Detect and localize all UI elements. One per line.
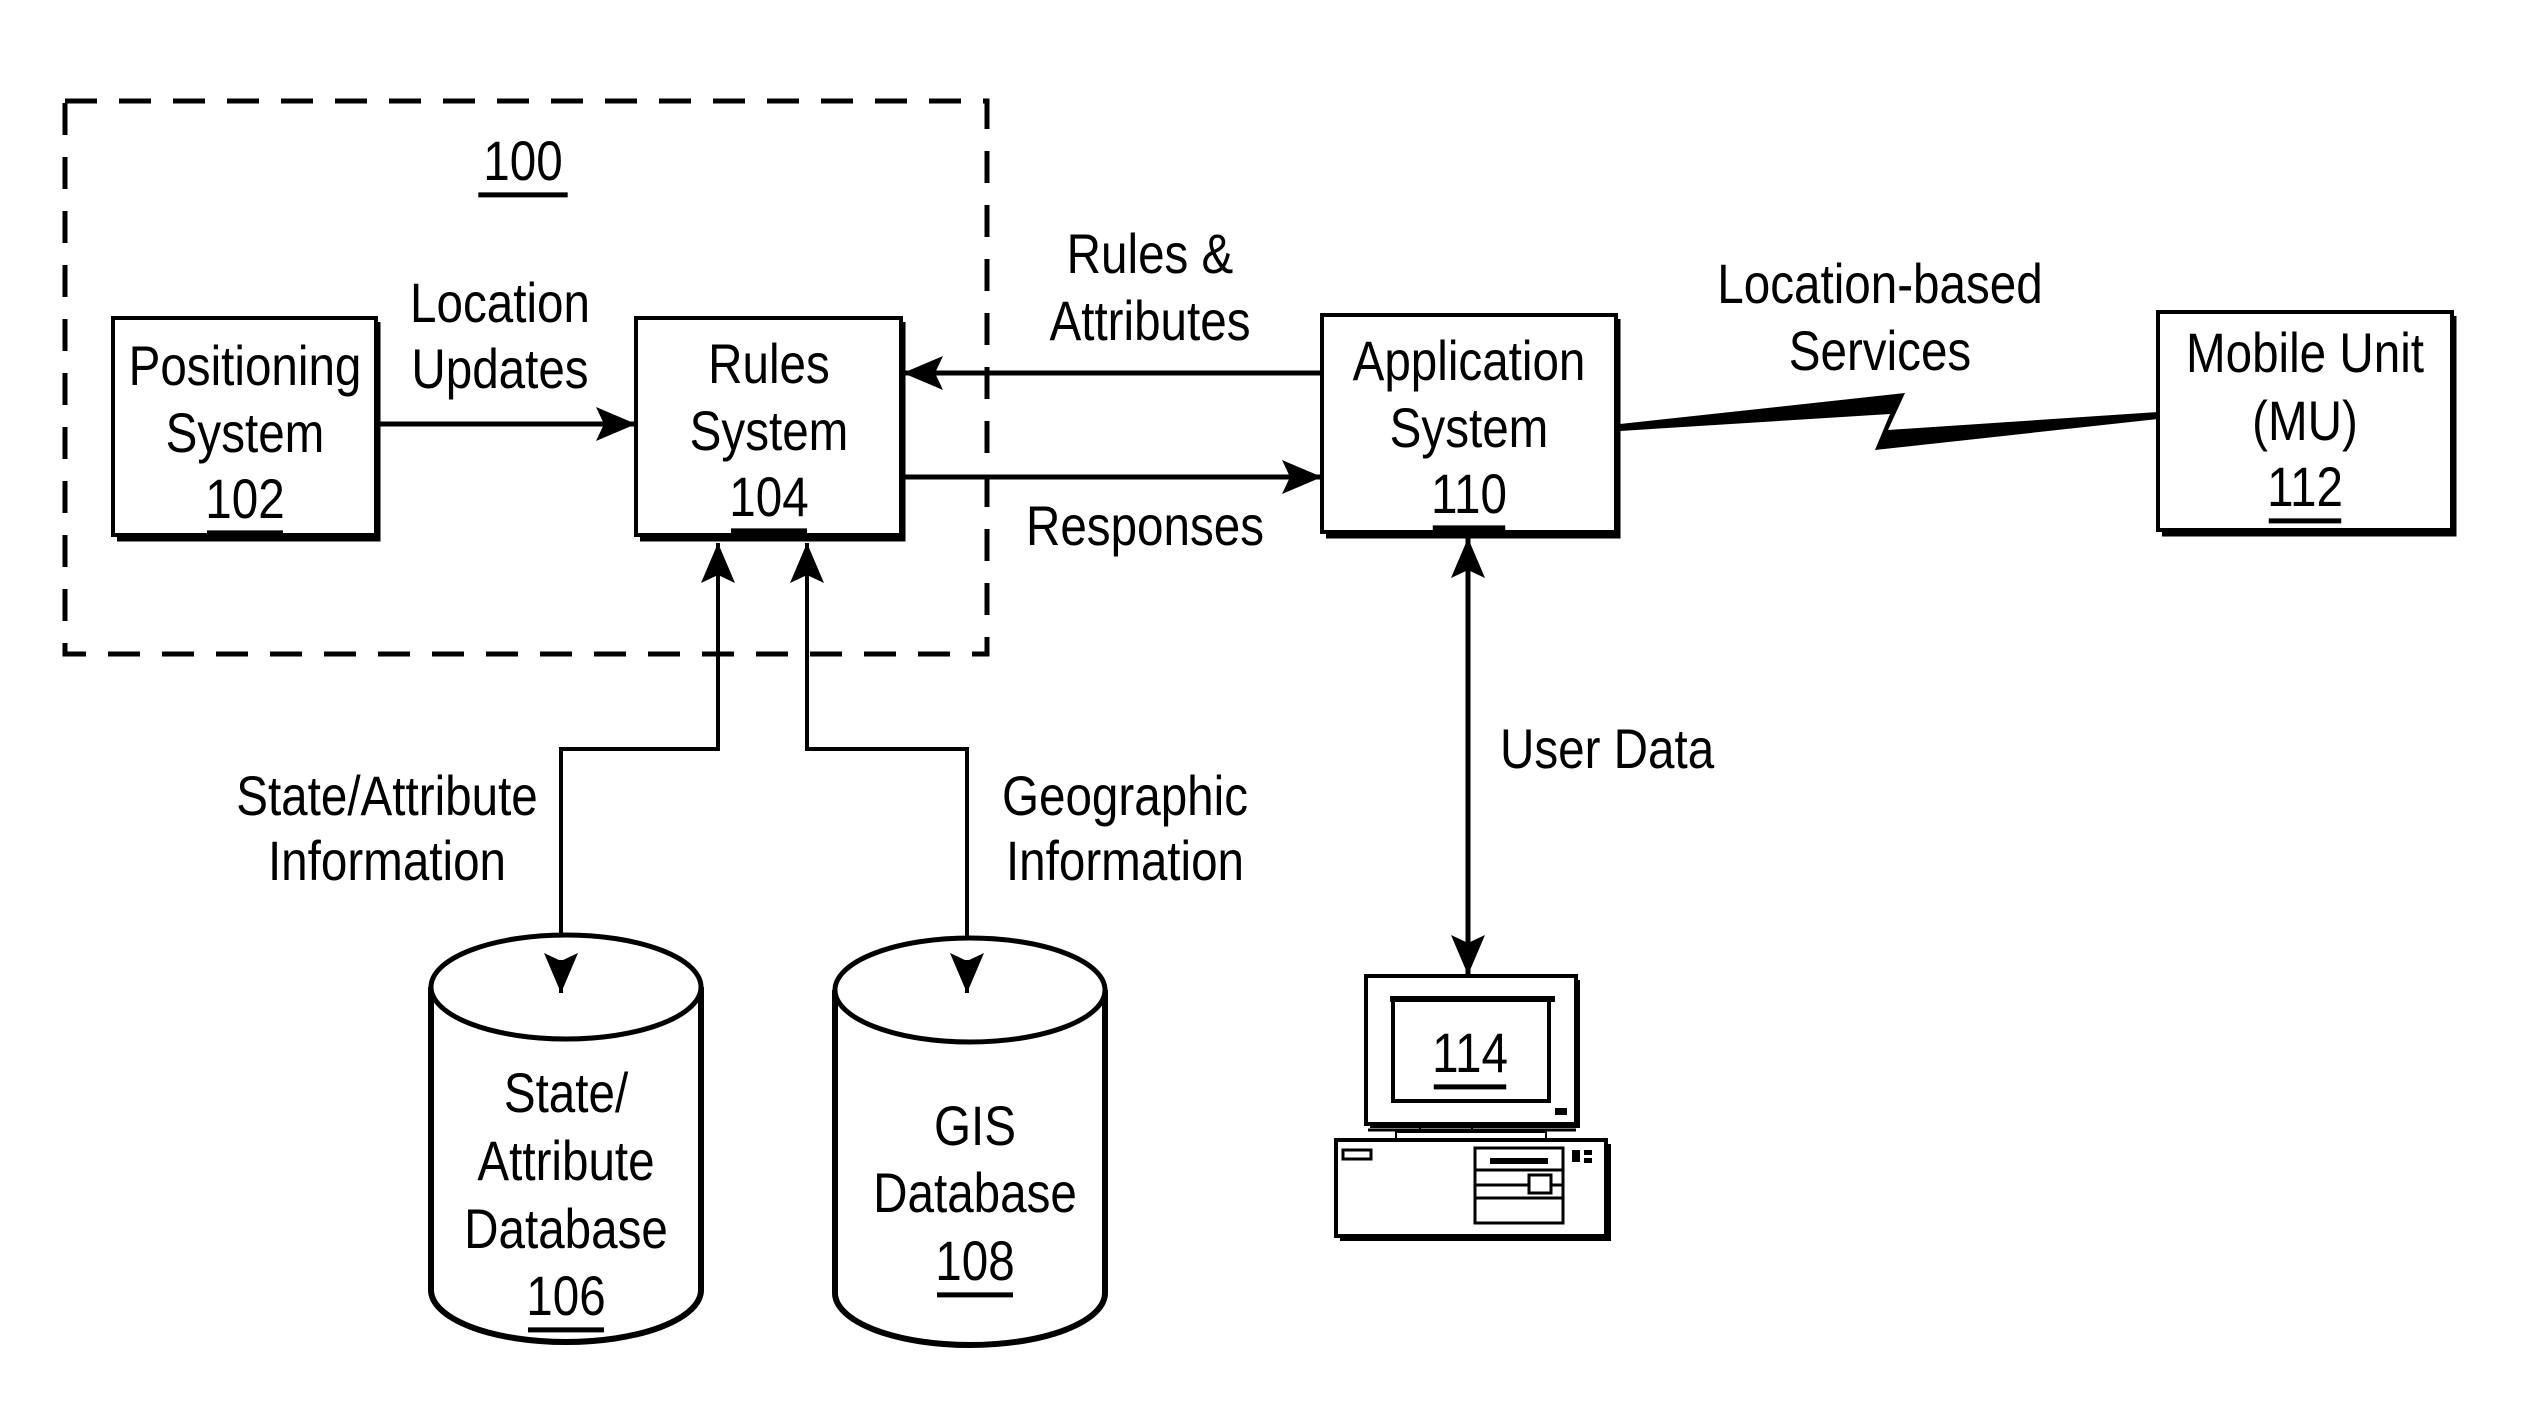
edge-responses: Responses <box>903 460 1322 558</box>
gis-db-line-1: GIS <box>934 1095 1016 1157</box>
state-db-ref: 106 <box>526 1265 605 1327</box>
rules-attributes-line-2: Attributes <box>1049 290 1250 352</box>
state-db-line-3: Database <box>464 1198 668 1260</box>
system-ref-label: 100 <box>478 130 568 198</box>
mobile-label-line-1: Mobile Unit <box>2186 322 2425 384</box>
geo-info-line-1: Geographic <box>1002 765 1248 827</box>
user-data-label: User Data <box>1500 718 1714 780</box>
node-rules-system: Rules System 104 <box>634 316 906 542</box>
edge-user-data: User Data <box>1451 538 1714 975</box>
location-updates-line-1: Location <box>410 272 590 334</box>
system-diagram: 100 Positioning System 102 Rules System … <box>62 98 2457 1348</box>
mobile-label-line-2: (MU) <box>2252 390 2358 452</box>
location-updates-line-2: Updates <box>411 338 588 400</box>
application-label-line-1: Application <box>1353 330 1586 392</box>
location-services-line-2: Services <box>1789 320 1971 382</box>
gis-db-line-2: Database <box>873 1162 1077 1224</box>
state-info-line-2: Information <box>268 830 506 892</box>
location-services-line-1: Location-based <box>1717 253 2042 315</box>
node-state-attribute-database: State/ Attribute Database 106 <box>428 932 704 1345</box>
responses-label: Responses <box>1026 495 1264 557</box>
edge-location-based-services: Location-based Services <box>1620 253 2158 450</box>
rules-ref: 104 <box>729 466 808 528</box>
geo-info-line-2: Information <box>1006 830 1244 892</box>
state-info-line-1: State/Attribute <box>236 765 538 827</box>
computer-ref: 114 <box>1432 1022 1508 1084</box>
positioning-label-line-2: System <box>166 402 325 464</box>
arrow-rules-state-db <box>544 543 735 993</box>
state-db-line-1: State/ <box>504 1062 629 1124</box>
node-mobile-unit: Mobile Unit (MU) 112 <box>2156 310 2457 537</box>
mobile-ref: 112 <box>2267 456 2343 518</box>
positioning-ref: 102 <box>205 468 284 530</box>
arrow-rules-gis-db <box>790 543 984 993</box>
gis-db-ref: 108 <box>935 1230 1014 1292</box>
edge-geographic-information: Geographic Information <box>790 543 1248 993</box>
node-gis-database: GIS Database 108 <box>832 935 1108 1348</box>
positioning-label-line-1: Positioning <box>129 335 362 397</box>
rules-label-line-1: Rules <box>708 333 830 395</box>
node-computer: 114 <box>1334 974 1611 1241</box>
node-application-system: Application System 110 <box>1320 313 1621 539</box>
rules-label-line-2: System <box>690 400 849 462</box>
edge-location-updates: Location Updates <box>378 272 636 441</box>
system-ref-100: 100 <box>483 130 562 192</box>
edge-rules-attributes: Rules & Attributes <box>903 223 1322 390</box>
edge-state-attribute-information: State/Attribute Information <box>236 543 735 993</box>
application-label-line-2: System <box>1390 397 1549 459</box>
rules-attributes-line-1: Rules & <box>1067 223 1234 285</box>
application-ref: 110 <box>1431 463 1507 525</box>
wireless-link-lightning <box>1620 393 2158 450</box>
state-db-line-2: Attribute <box>477 1130 654 1192</box>
computer-icon <box>1334 974 1611 1241</box>
node-positioning-system: Positioning System 102 <box>111 316 381 542</box>
